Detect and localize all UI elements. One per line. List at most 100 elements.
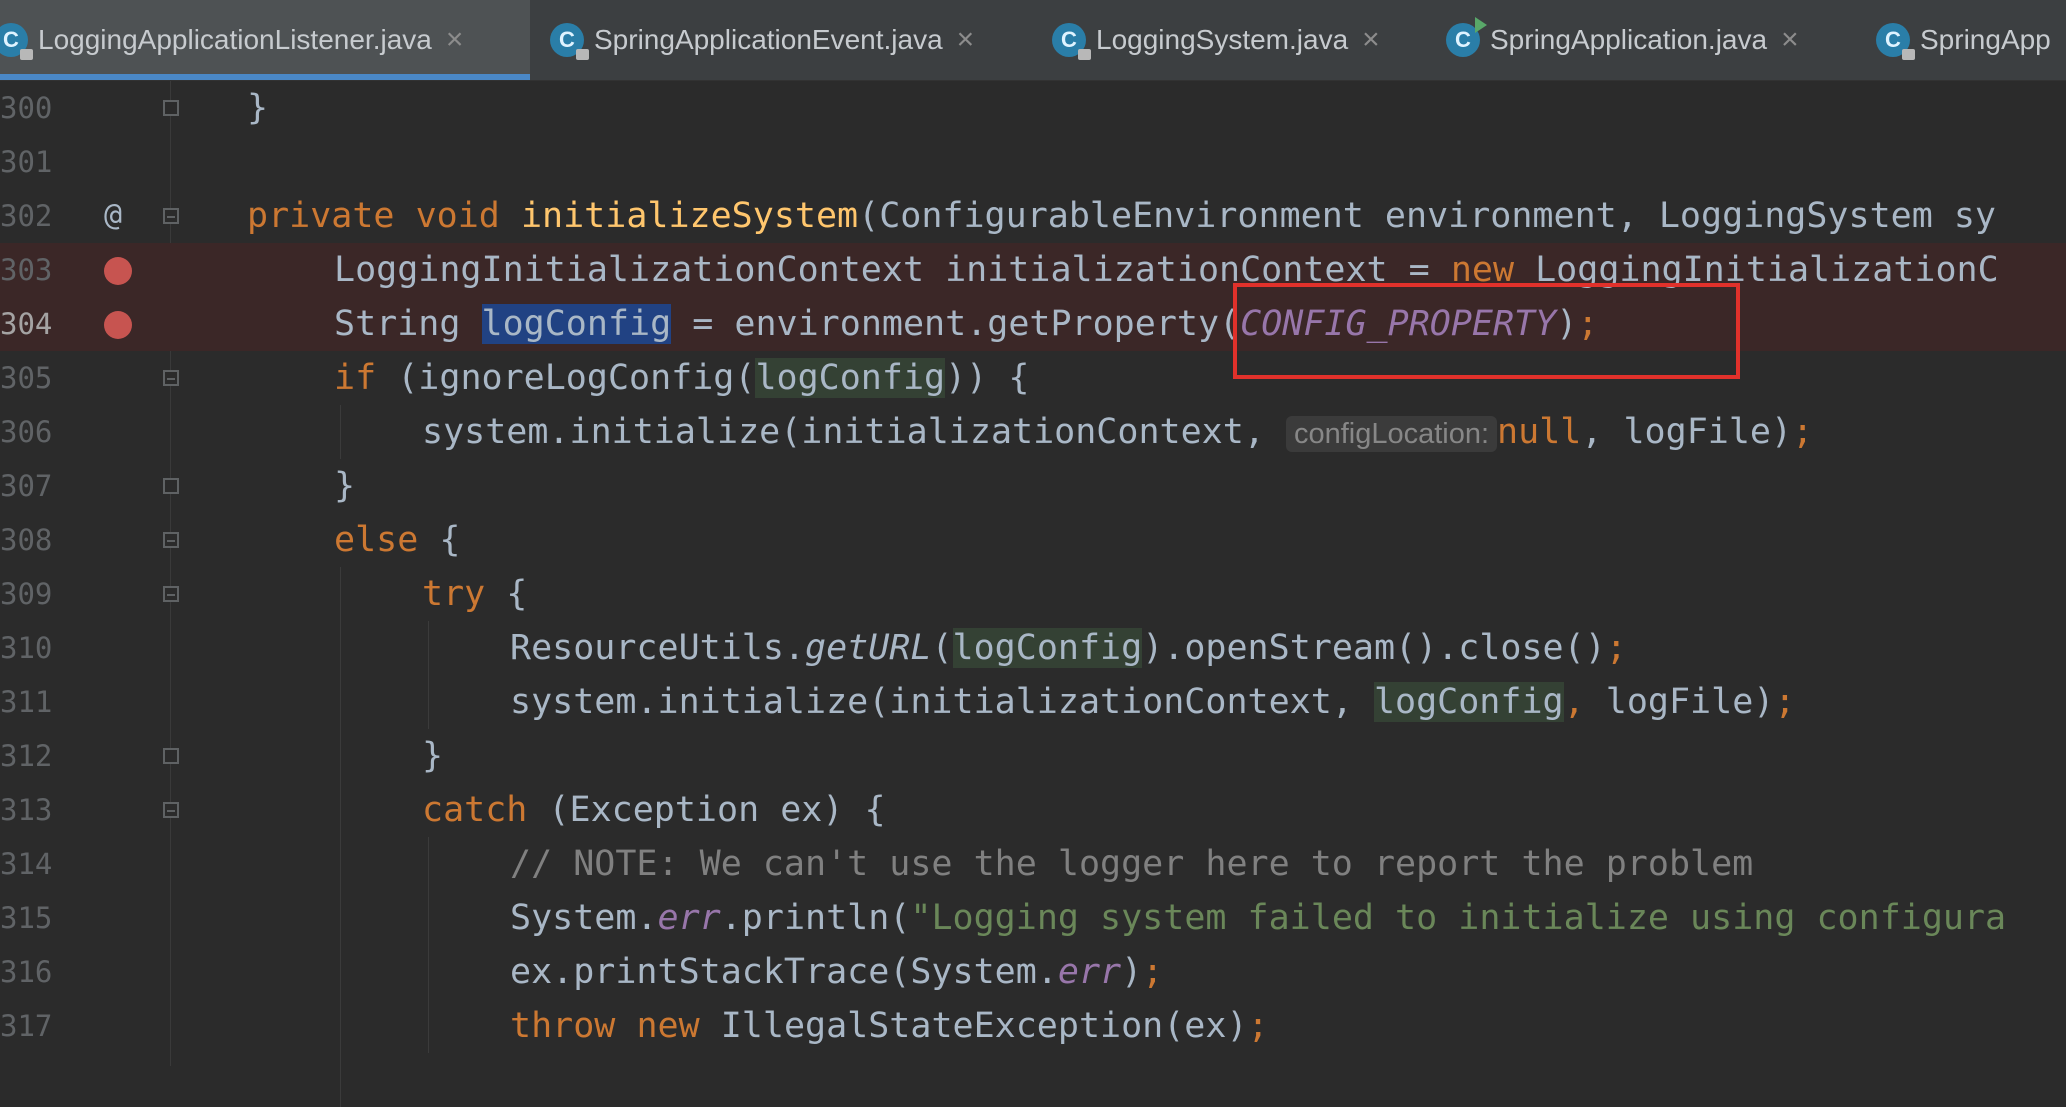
indent-guide bbox=[340, 621, 341, 675]
tab-logging-system[interactable]: C LoggingSystem.java × bbox=[1052, 0, 1380, 80]
close-icon[interactable]: × bbox=[1362, 23, 1380, 57]
indent-guide bbox=[340, 405, 341, 459]
code-line[interactable]: 311 system.initialize(initializationCont… bbox=[0, 675, 2066, 729]
line-number: 304 bbox=[0, 307, 53, 341]
indent-guide bbox=[340, 675, 341, 729]
code-text: system.initialize(initializationContext,… bbox=[510, 682, 1796, 722]
line-number: 315 bbox=[0, 901, 53, 935]
code-line[interactable]: 315 System.err.println("Logging system f… bbox=[0, 891, 2066, 945]
code-line[interactable]: 308 else { bbox=[0, 513, 2066, 567]
breakpoint-icon[interactable] bbox=[104, 311, 132, 339]
indent-guide bbox=[340, 891, 341, 945]
code-line[interactable]: 316 ex.printStackTrace(System.err); bbox=[0, 945, 2066, 999]
code-line[interactable]: 306 system.initialize(initializationCont… bbox=[0, 405, 2066, 459]
code-comment: // NOTE: We can't use the logger here to… bbox=[510, 844, 1754, 884]
lock-icon bbox=[576, 49, 589, 60]
fold-start-icon[interactable] bbox=[163, 532, 179, 548]
tab-spring-application[interactable]: C SpringApplication.java × bbox=[1446, 0, 1799, 80]
line-number: 311 bbox=[0, 685, 53, 719]
indent-guide bbox=[340, 837, 341, 891]
line-number: 307 bbox=[0, 469, 53, 503]
code-text: } bbox=[334, 466, 356, 506]
override-marker-icon[interactable]: @ bbox=[104, 189, 122, 243]
code-line[interactable]: 310 ResourceUtils.getURL(logConfig).open… bbox=[0, 621, 2066, 675]
code-line[interactable]: 301 bbox=[0, 135, 2066, 189]
code-line[interactable]: 309 try { bbox=[0, 567, 2066, 621]
indent-guide bbox=[340, 567, 341, 621]
tab-label: SpringApplicationEvent.java bbox=[594, 24, 943, 55]
line-number: 314 bbox=[0, 847, 53, 881]
line-number: 309 bbox=[0, 577, 53, 611]
code-text: else { bbox=[334, 520, 461, 560]
code-text: try { bbox=[422, 574, 528, 614]
lock-icon bbox=[1078, 49, 1091, 60]
fold-end-icon[interactable] bbox=[163, 100, 179, 116]
code-line[interactable]: 314 // NOTE: We can't use the logger her… bbox=[0, 837, 2066, 891]
code-text: if (ignoreLogConfig(logConfig)) { bbox=[334, 358, 1030, 398]
line-number: 302 bbox=[0, 199, 53, 233]
code-line[interactable]: 307 } bbox=[0, 459, 2066, 513]
indent-guide bbox=[428, 999, 429, 1053]
tab-label: SpringApp bbox=[1920, 24, 2051, 55]
indent-guide bbox=[340, 945, 341, 999]
line-number: 303 bbox=[0, 253, 53, 287]
code-line[interactable]: 305 if (ignoreLogConfig(logConfig)) { bbox=[0, 351, 2066, 405]
line-number: 312 bbox=[0, 739, 53, 773]
line-number: 301 bbox=[0, 145, 53, 179]
code-line[interactable]: 300 } bbox=[0, 81, 2066, 135]
code-text: } bbox=[247, 88, 269, 128]
class-icon: C bbox=[1876, 23, 1915, 60]
code-line[interactable]: 313 catch (Exception ex) { bbox=[0, 783, 2066, 837]
code-text: } bbox=[422, 736, 444, 776]
fold-end-icon[interactable] bbox=[163, 478, 179, 494]
annotation-highlight-box bbox=[1233, 283, 1740, 379]
fold-end-icon[interactable] bbox=[163, 748, 179, 764]
parameter-hint: configLocation: bbox=[1285, 416, 1498, 452]
close-icon[interactable]: × bbox=[1781, 23, 1799, 57]
close-icon[interactable]: × bbox=[957, 23, 975, 57]
fold-start-icon[interactable] bbox=[163, 802, 179, 818]
breakpoint-icon[interactable] bbox=[104, 257, 132, 285]
line-number: 305 bbox=[0, 361, 53, 395]
code-line-breakpoint[interactable]: 303 LoggingInitializationContext initial… bbox=[0, 243, 2066, 297]
line-number: 317 bbox=[0, 1009, 53, 1043]
code-line[interactable]: 317 throw new IllegalStateException(ex); bbox=[0, 999, 2066, 1053]
fold-start-icon[interactable] bbox=[163, 586, 179, 602]
code-text: catch (Exception ex) { bbox=[422, 790, 886, 830]
code-line[interactable]: 312 } bbox=[0, 729, 2066, 783]
code-line[interactable] bbox=[0, 1053, 2066, 1107]
line-number: 308 bbox=[0, 523, 53, 557]
line-number: 300 bbox=[0, 91, 53, 125]
code-line-breakpoint[interactable]: 304 String logConfig = environment.getPr… bbox=[0, 297, 2066, 351]
code-text: private void initializeSystem(Configurab… bbox=[247, 196, 1997, 236]
code-text: ex.printStackTrace(System.err); bbox=[510, 952, 1164, 992]
active-tab-indicator bbox=[0, 74, 530, 80]
code-text: throw new IllegalStateException(ex); bbox=[510, 1006, 1269, 1046]
code-editor[interactable]: 300 } 301 302 @ private void initializeS… bbox=[0, 81, 2066, 1107]
close-icon[interactable]: × bbox=[446, 23, 464, 57]
selected-identifier: logConfig bbox=[481, 304, 672, 344]
indent-guide bbox=[428, 837, 429, 891]
fold-start-icon[interactable] bbox=[163, 370, 179, 386]
class-icon: C bbox=[1052, 23, 1091, 60]
indent-guide bbox=[340, 999, 341, 1053]
indent-guide bbox=[428, 621, 429, 675]
tab-label: SpringApplication.java bbox=[1490, 24, 1768, 55]
tab-spring-application-event[interactable]: C SpringApplicationEvent.java × bbox=[550, 0, 974, 80]
code-text: LoggingInitializationContext initializat… bbox=[334, 250, 1999, 290]
tab-logging-application-listener[interactable]: C LoggingApplicationListener.java × bbox=[0, 0, 530, 80]
line-number: 316 bbox=[0, 955, 53, 989]
indent-guide bbox=[428, 675, 429, 729]
tab-label: LoggingApplicationListener.java bbox=[38, 24, 432, 55]
indent-guide bbox=[340, 783, 341, 837]
indent-guide bbox=[340, 1053, 341, 1107]
line-number: 306 bbox=[0, 415, 53, 449]
class-icon: C bbox=[550, 23, 589, 60]
code-line[interactable]: 302 @ private void initializeSystem(Conf… bbox=[0, 189, 2066, 243]
lock-icon bbox=[1902, 49, 1915, 60]
code-text: system.initialize(initializationContext,… bbox=[422, 412, 1814, 452]
fold-start-icon[interactable] bbox=[163, 208, 179, 224]
class-icon: C bbox=[1446, 17, 1487, 57]
line-number: 313 bbox=[0, 793, 53, 827]
tab-spring-app-truncated[interactable]: C SpringApp bbox=[1876, 0, 2051, 80]
